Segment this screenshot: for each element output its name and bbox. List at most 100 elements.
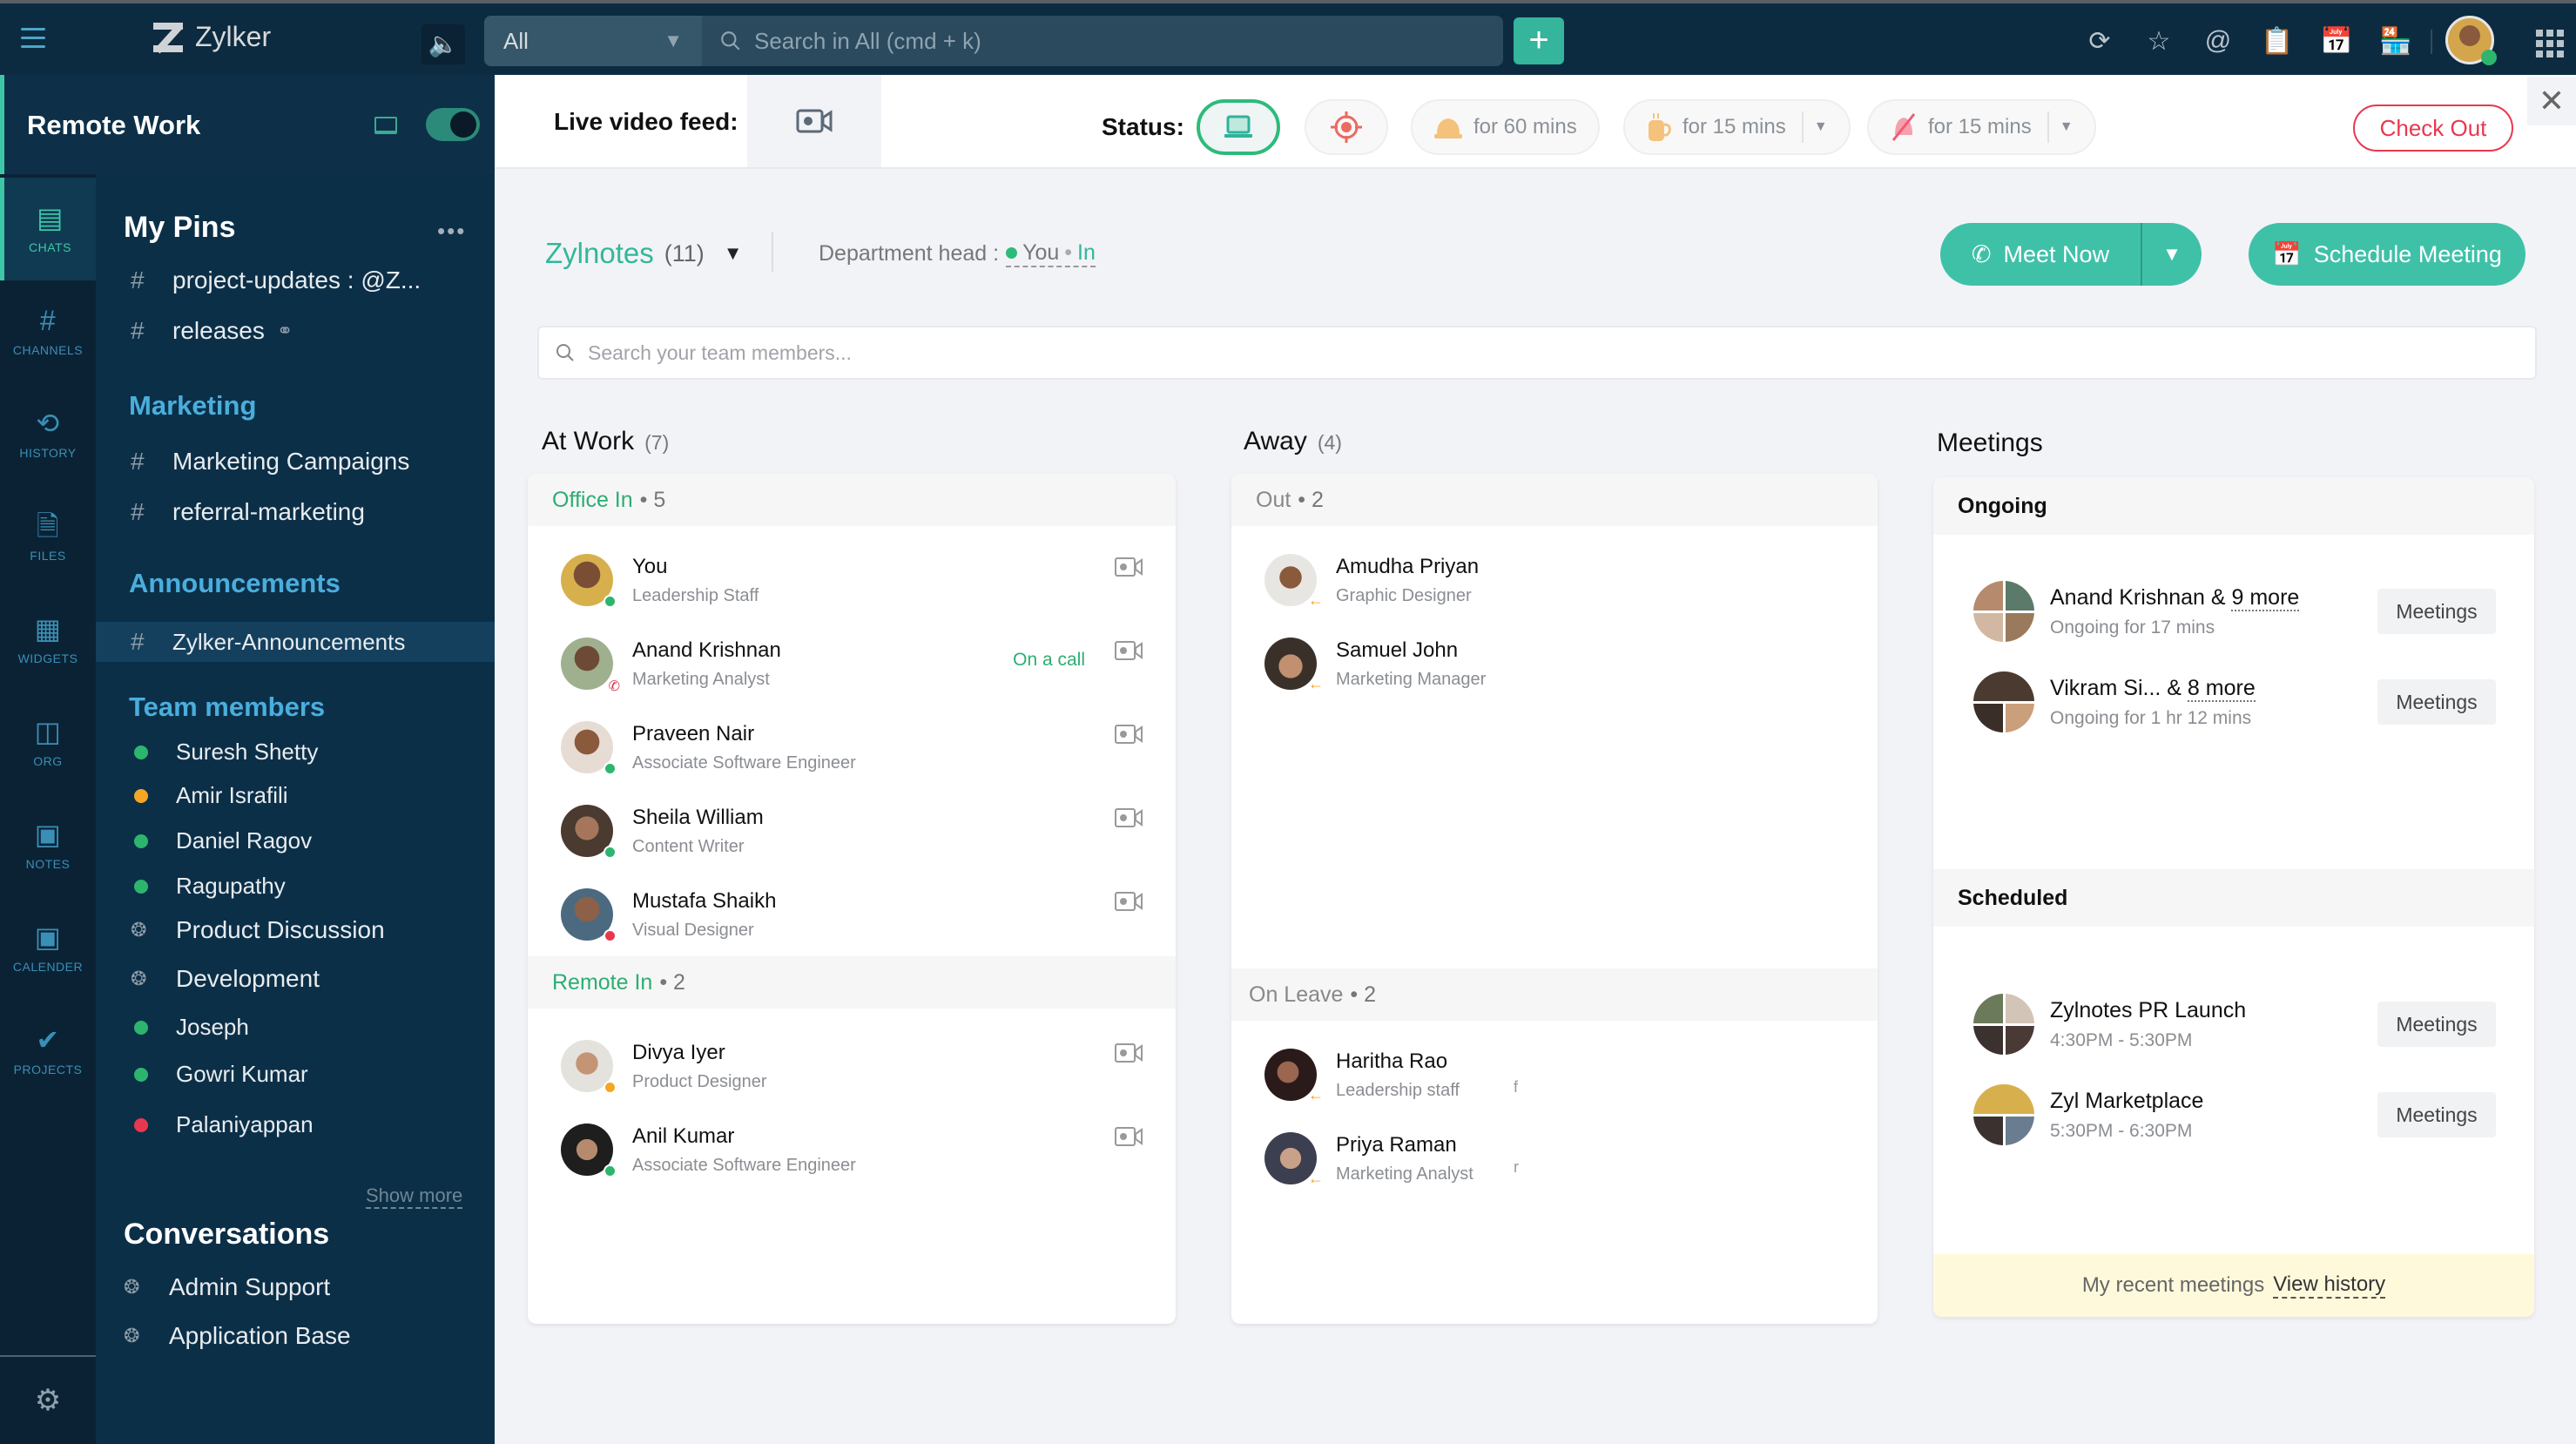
team-member-item[interactable]: Suresh Shetty: [131, 739, 318, 766]
status-chip-dnd[interactable]: for 15 mins ▼: [1867, 99, 2096, 155]
meetings-button[interactable]: Meetings: [2377, 1092, 2496, 1137]
meetings-button[interactable]: Meetings: [2377, 589, 2496, 634]
meeting-row[interactable]: Vikram Si... & 8 more Ongoing for 1 hr 12…: [1933, 657, 2534, 747]
app-logo: Zylker: [153, 21, 271, 54]
rail-item-calender[interactable]: ▣ CALENDER: [0, 897, 96, 1000]
user-avatar[interactable]: [2445, 16, 2497, 65]
team-selector[interactable]: Zylnotes (11) ▼: [545, 237, 743, 270]
member-row[interactable]: You Leadership Staff: [528, 538, 1176, 622]
chevron-down-icon[interactable]: ▼: [2060, 119, 2074, 135]
member-row[interactable]: ← Haritha Rao Leadership staff f: [1231, 1033, 1878, 1117]
team-member-item[interactable]: Palaniyappan: [131, 1111, 314, 1138]
team-member-search-input[interactable]: [588, 341, 2330, 365]
more-participants-link[interactable]: 9 more: [2231, 584, 2300, 611]
pin-item[interactable]: # releases ⚭: [131, 317, 293, 345]
pin-item[interactable]: # project-updates : @Z...: [131, 267, 421, 294]
add-button[interactable]: +: [1514, 17, 1564, 64]
meeting-row[interactable]: Zylnotes PR Launch 4:30PM - 5:30PM Meetin…: [1933, 979, 2534, 1070]
column-count: (7): [644, 431, 670, 454]
channel-item[interactable]: # referral-marketing: [131, 498, 365, 526]
status-chip-focus[interactable]: [1305, 99, 1388, 155]
status-chip-coffee[interactable]: for 15 mins ▼: [1623, 99, 1851, 155]
section-announcements[interactable]: Announcements: [129, 568, 341, 599]
calendar-icon[interactable]: 📅: [2318, 23, 2355, 59]
section-marketing[interactable]: Marketing: [129, 390, 256, 422]
store-icon[interactable]: 🏪: [2377, 23, 2414, 59]
apps-grid-icon[interactable]: [2536, 30, 2564, 57]
channel-item[interactable]: # Marketing Campaigns: [131, 448, 409, 476]
member-row[interactable]: ✆ Anand Krishnan Marketing Analyst On a c…: [528, 622, 1176, 705]
conversation-item[interactable]: ❂ Admin Support: [124, 1273, 330, 1301]
rail-item-chats[interactable]: ▤ CHATS: [0, 178, 96, 280]
channel-label: Marketing Campaigns: [172, 448, 410, 475]
more-participants-link[interactable]: 8 more: [2187, 675, 2256, 702]
member-row[interactable]: ← Priya Raman Marketing Analyst r: [1231, 1117, 1878, 1200]
star-icon[interactable]: ☆: [2141, 23, 2177, 59]
meetings-button[interactable]: Meetings: [2377, 679, 2496, 725]
member-row[interactable]: Sheila William Content Writer: [528, 789, 1176, 873]
search-scope-dropdown[interactable]: All ▼: [484, 16, 702, 66]
mention-icon[interactable]: @: [2200, 23, 2236, 59]
live-video-feed-button[interactable]: [747, 75, 881, 167]
rail-item-history[interactable]: ⟲ HISTORY: [0, 383, 96, 486]
meeting-time: 4:30PM - 5:30PM: [2050, 1029, 2193, 1050]
group-chat-item[interactable]: ❂ Product Discussion: [131, 916, 385, 944]
more-options-icon[interactable]: •••: [437, 218, 466, 245]
meetings-button[interactable]: Meetings: [2377, 1002, 2496, 1047]
rail-item-label: CHANNELS: [12, 343, 84, 357]
remote-work-toggle[interactable]: [426, 108, 480, 141]
member-name: Anil Kumar: [632, 1123, 735, 1148]
video-camera-icon[interactable]: [1115, 725, 1143, 744]
status-chip-meal[interactable]: for 60 mins: [1411, 99, 1600, 155]
channel-item-selected[interactable]: # Zylker-Announcements: [96, 622, 495, 662]
team-member-item[interactable]: Amir Israfili: [131, 782, 288, 809]
close-icon[interactable]: ✕: [2527, 77, 2576, 125]
department-head-name: You: [1022, 240, 1060, 265]
team-member-item[interactable]: Joseph: [131, 1014, 249, 1041]
team-member-item[interactable]: Daniel Ragov: [131, 827, 312, 854]
video-camera-icon[interactable]: [1115, 892, 1143, 911]
member-row[interactable]: Mustafa Shaikh Visual Designer: [528, 873, 1176, 956]
rail-item-projects[interactable]: ✔ PROJECTS: [0, 1000, 96, 1103]
rail-item-notes[interactable]: ▣ NOTES: [0, 794, 96, 897]
status-chip-working[interactable]: [1197, 99, 1280, 155]
hamburger-menu-icon[interactable]: [21, 28, 45, 49]
rail-item-channels[interactable]: # CHANNELS: [0, 280, 96, 383]
video-camera-icon[interactable]: [1115, 808, 1143, 827]
team-member-item[interactable]: Ragupathy: [131, 873, 286, 900]
check-out-button[interactable]: Check Out: [2353, 105, 2513, 152]
video-camera-icon[interactable]: [1115, 1127, 1143, 1146]
online-status-dot: [2481, 50, 2497, 65]
rail-item-org[interactable]: ◫ ORG: [0, 692, 96, 794]
schedule-meeting-button[interactable]: 📅 Schedule Meeting: [2249, 223, 2525, 286]
team-member-item[interactable]: Gowri Kumar: [131, 1061, 308, 1088]
refresh-clock-icon[interactable]: ⟳: [2081, 23, 2118, 59]
member-row[interactable]: ← Samuel John Marketing Manager: [1231, 622, 1878, 705]
member-row[interactable]: Praveen Nair Associate Software Engineer: [528, 705, 1176, 789]
settings-gear-icon[interactable]: ⚙: [0, 1355, 96, 1444]
global-search-input[interactable]: [754, 27, 1451, 55]
clipboard-clock-icon[interactable]: 📋: [2259, 23, 2296, 59]
meeting-row[interactable]: Zyl Marketplace 5:30PM - 6:30PM Meetings: [1933, 1070, 2534, 1160]
meeting-row[interactable]: Anand Krishnan & 9 more Ongoing for 17 mi…: [1933, 566, 2534, 657]
video-camera-icon[interactable]: [1115, 641, 1143, 660]
view-history-link[interactable]: View history: [2273, 1272, 2386, 1299]
member-row[interactable]: Anil Kumar Associate Software Engineer: [528, 1108, 1176, 1191]
speaker-icon[interactable]: 🔈: [421, 24, 465, 64]
meet-now-button[interactable]: ✆ Meet Now: [1940, 223, 2142, 286]
member-name: Mustafa Shaikh: [632, 888, 777, 913]
video-camera-icon[interactable]: [1115, 1043, 1143, 1063]
rail-item-files[interactable]: 🗎 FILES: [0, 486, 96, 589]
meet-now-dropdown-icon[interactable]: ▼: [2142, 223, 2202, 286]
department-head-value[interactable]: You • In: [1006, 240, 1096, 267]
chevron-down-icon[interactable]: ▼: [1814, 119, 1828, 135]
rail-item-widgets[interactable]: ▦ WIDGETS: [0, 589, 96, 692]
member-row[interactable]: ← Amudha Priyan Graphic Designer: [1231, 538, 1878, 622]
group-count: • 2: [659, 969, 685, 995]
member-row[interactable]: Divya Iyer Product Designer: [528, 1024, 1176, 1108]
section-team-members[interactable]: Team members: [129, 692, 325, 723]
video-camera-icon[interactable]: [1115, 557, 1143, 577]
conversation-item[interactable]: ❂ Application Base: [124, 1322, 351, 1350]
group-chat-item[interactable]: ❂ Development: [131, 965, 320, 993]
show-more-link[interactable]: Show more: [366, 1184, 463, 1209]
